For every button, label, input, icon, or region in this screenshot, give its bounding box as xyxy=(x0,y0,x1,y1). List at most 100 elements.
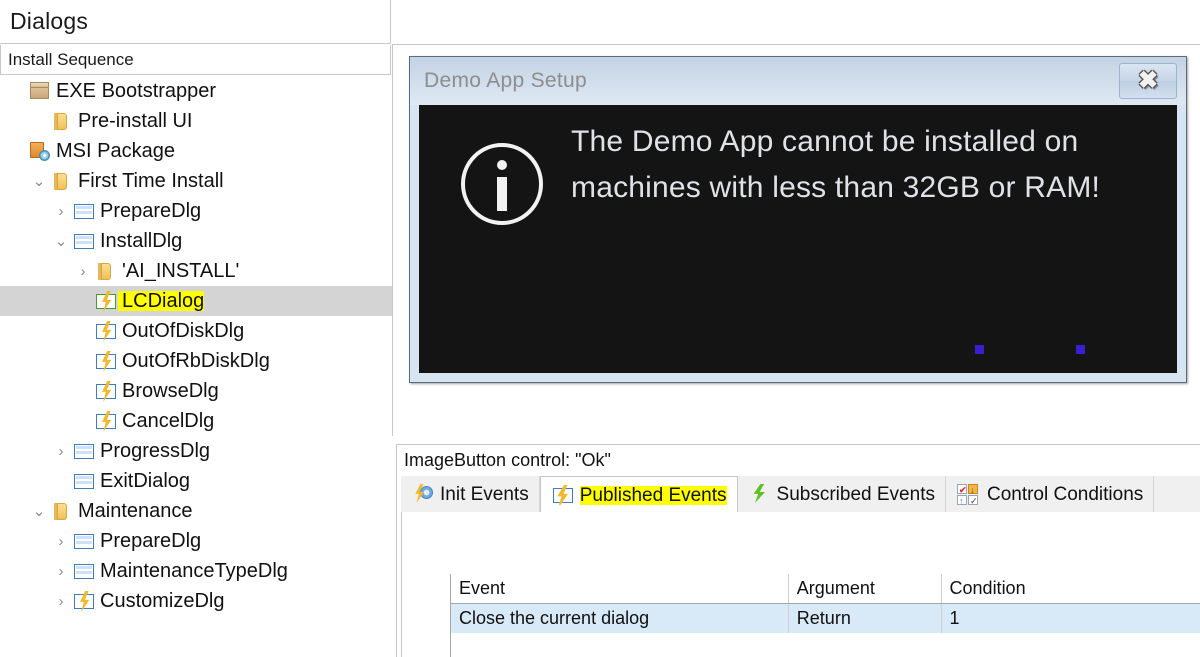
dialog-icon xyxy=(72,439,96,463)
dialog-body: The Demo App cannot be installed on mach… xyxy=(419,105,1177,373)
tree-item-progressdlg[interactable]: › ProgressDlg xyxy=(0,436,392,466)
tree-item-label: MaintenanceTypeDlg xyxy=(96,561,288,581)
chevron-right-icon[interactable]: › xyxy=(50,533,72,550)
folder-icon xyxy=(94,259,118,283)
grid-column-header[interactable]: Event xyxy=(451,574,788,603)
tree-item-label: OutOfRbDiskDlg xyxy=(118,351,270,371)
grid-cell[interactable]: Return xyxy=(788,604,941,633)
grid-row[interactable]: Close the current dialogReturn1 xyxy=(451,604,1200,633)
chevron-right-icon[interactable]: › xyxy=(50,443,72,460)
grid-cell[interactable]: Close the current dialog xyxy=(451,604,788,633)
tree-item-exitdialog[interactable]: ExitDialog xyxy=(0,466,392,496)
tab-control-conditions[interactable]: ✔↓↑✓ Control Conditions xyxy=(946,476,1154,512)
tree-item-label: InstallDlg xyxy=(96,231,182,251)
dialog-icon xyxy=(72,199,96,223)
tree-item-label: OutOfDiskDlg xyxy=(118,321,244,341)
dialog-icon xyxy=(72,229,96,253)
info-icon xyxy=(461,143,543,225)
tree-item-label: ProgressDlg xyxy=(96,441,210,461)
folder-icon xyxy=(50,169,74,193)
close-icon[interactable]: ✖ xyxy=(1119,63,1177,99)
resize-handle-n[interactable] xyxy=(1076,345,1085,354)
tree-item-label: CancelDlg xyxy=(118,411,214,431)
resize-handle-nw[interactable] xyxy=(975,345,984,354)
grid-column-header[interactable]: Argument xyxy=(788,574,941,603)
tab-published-events[interactable]: Published Events xyxy=(540,476,738,513)
dialog-icon xyxy=(72,529,96,553)
tree-item-pre-install-ui[interactable]: Pre-install UI xyxy=(0,106,392,136)
dialog-icon xyxy=(72,559,96,583)
tree-item-outofdiskdlg[interactable]: OutOfDiskDlg xyxy=(0,316,392,346)
chevron-down-icon[interactable]: ⌄ xyxy=(28,172,50,190)
grid-column-header[interactable]: Condition xyxy=(941,574,1200,603)
tree-item-maintenance[interactable]: ⌄ Maintenance xyxy=(0,496,392,526)
tab-label: Init Events xyxy=(440,485,529,504)
dialog-bolt-icon xyxy=(94,409,118,433)
chevron-down-icon[interactable]: ⌄ xyxy=(28,502,50,520)
dialog-titlebar: Demo App Setup ✖ xyxy=(410,57,1186,105)
folder-icon xyxy=(50,109,74,133)
dialog-bolt-icon xyxy=(94,379,118,403)
box-icon xyxy=(28,79,52,103)
tree-item-exe-bootstrapper[interactable]: EXE Bootstrapper xyxy=(0,76,392,106)
tree-item-preparedlg[interactable]: › PrepareDlg xyxy=(0,526,392,556)
tree-item-label: CustomizeDlg xyxy=(96,591,224,611)
folder-icon xyxy=(50,499,74,523)
dialog-bolt-green-icon xyxy=(94,289,118,313)
grid-cell[interactable]: 1 xyxy=(941,604,1200,633)
tree-item-label: Maintenance xyxy=(74,501,193,521)
info-icon-stem xyxy=(497,177,507,211)
chevron-right-icon[interactable]: › xyxy=(50,563,72,580)
tree-column-header[interactable]: Install Sequence xyxy=(0,45,391,75)
dialogs-tree-panel: Dialogs Install Sequence EXE Bootstrappe… xyxy=(0,0,392,657)
dialog-bolt-icon xyxy=(94,319,118,343)
tree-item-label: First Time Install xyxy=(74,171,224,191)
tree-item-label: PrepareDlg xyxy=(96,531,201,551)
tab-init-events[interactable]: Init Events xyxy=(401,476,540,512)
chevron-right-icon[interactable]: › xyxy=(72,263,94,280)
tree-item-customizedlg[interactable]: › CustomizeDlg xyxy=(0,586,392,616)
tree-item-lcdialog[interactable]: LCDialog xyxy=(0,286,392,316)
tree-item-label: MSI Package xyxy=(52,141,175,161)
properties-tabstrip[interactable]: Init Events Published Events Subscribed Ev… xyxy=(401,476,1200,513)
ok-button-selection[interactable]: Ok xyxy=(975,345,1177,373)
dialog-bolt-icon xyxy=(72,589,96,613)
tree-item-preparedlg[interactable]: › PrepareDlg xyxy=(0,196,392,226)
dialog-icon xyxy=(72,469,96,493)
chevron-right-icon[interactable]: › xyxy=(50,593,72,610)
dialog-title: Demo App Setup xyxy=(410,69,587,93)
tree-item-outofrbdiskdlg[interactable]: OutOfRbDiskDlg xyxy=(0,346,392,376)
page-title: Dialogs xyxy=(0,0,391,44)
properties-title: ImageButton control: "Ok" xyxy=(397,445,1200,475)
install-sequence-tree[interactable]: EXE Bootstrapper Pre-install UI MSI Packag… xyxy=(0,76,392,657)
tree-item-maintenancetypedlg[interactable]: › MaintenanceTypeDlg xyxy=(0,556,392,586)
tree-item-browsedlg[interactable]: BrowseDlg xyxy=(0,376,392,406)
tree-item-first-time-install[interactable]: ⌄ First Time Install xyxy=(0,166,392,196)
tree-item-label: EXE Bootstrapper xyxy=(52,81,216,101)
tab-label: Control Conditions xyxy=(987,485,1143,504)
tree-item-label: LCDialog xyxy=(118,291,204,311)
tree-item-msi-package[interactable]: MSI Package xyxy=(0,136,392,166)
tree-item-canceldlg[interactable]: CancelDlg xyxy=(0,406,392,436)
demo-app-setup-dialog[interactable]: Demo App Setup ✖ The Demo App cannot be … xyxy=(409,56,1187,383)
dialog-preview-canvas[interactable]: Demo App Setup ✖ The Demo App cannot be … xyxy=(392,44,1200,436)
bolt-yellow-icon xyxy=(551,483,575,507)
control-properties-panel: ImageButton control: "Ok" Init Events Pub… xyxy=(396,444,1200,657)
published-events-tab-content: EventArgumentConditionClose the current … xyxy=(401,512,1200,657)
tree-item-installdlg[interactable]: ⌄ InstallDlg xyxy=(0,226,392,256)
tab-subscribed-events[interactable]: Subscribed Events xyxy=(738,476,946,512)
control-conditions-icon: ✔↓↑✓ xyxy=(956,482,982,506)
grid-header-row: EventArgumentCondition xyxy=(451,574,1200,604)
dialog-bolt-icon xyxy=(94,349,118,373)
published-events-grid[interactable]: EventArgumentConditionClose the current … xyxy=(450,574,1200,657)
chevron-down-icon[interactable]: ⌄ xyxy=(50,232,72,250)
close-glyph: ✖ xyxy=(1138,69,1158,93)
tree-item-label: PrepareDlg xyxy=(96,201,201,221)
tree-item--ai-install-[interactable]: ›'AI_INSTALL' xyxy=(0,256,392,286)
msi-package-icon xyxy=(28,139,52,163)
chevron-right-icon[interactable]: › xyxy=(50,203,72,220)
tree-item-label: ExitDialog xyxy=(96,471,190,491)
bolt-green-icon xyxy=(748,482,772,506)
tab-label: Subscribed Events xyxy=(777,485,935,504)
info-icon-dot xyxy=(497,160,507,170)
